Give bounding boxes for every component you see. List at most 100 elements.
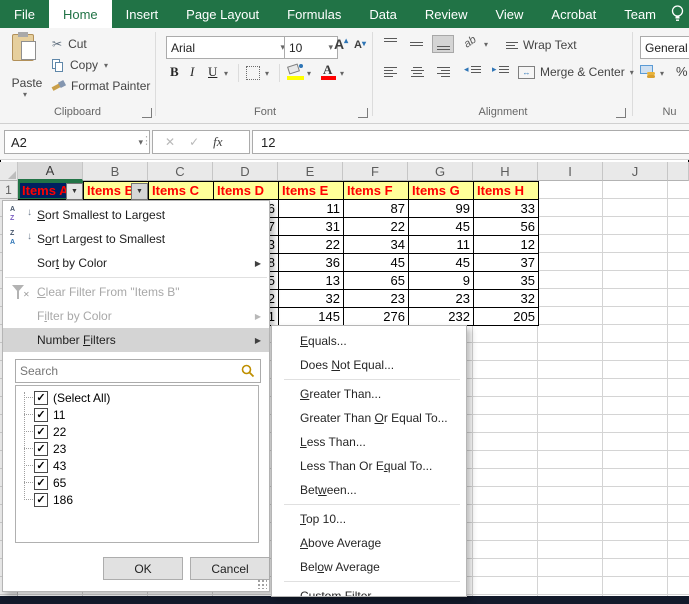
bottom-align-button[interactable] [432,35,454,53]
clipboard-dialog-launcher[interactable] [142,108,152,118]
filter-value-186[interactable]: ✓ 186 [16,491,258,508]
cell-G4[interactable]: 11 [408,235,474,254]
col-header-D[interactable]: D [213,162,278,181]
cut-button[interactable]: ✂ Cut [52,36,87,52]
filter-value-43[interactable]: ✓ 43 [16,457,258,474]
submenu-item-above-average[interactable]: Above Average [272,531,466,555]
cell-G8[interactable]: 232 [408,307,474,326]
cell-G5[interactable]: 45 [408,253,474,272]
decrease-font-button[interactable]: A▾ [354,39,366,51]
number-format-combo[interactable]: General [640,36,689,59]
cell-H6[interactable]: 35 [473,271,539,290]
cell-E1[interactable]: Items E [278,181,344,200]
paste-button[interactable]: Paste ▾ [6,32,48,102]
filter-value-select-all[interactable]: ✓ (Select All) [16,389,258,406]
cell-F5[interactable]: 45 [343,253,409,272]
submenu-item-less-than-or-equal[interactable]: Less Than Or Equal To... [272,454,466,478]
underline-button[interactable]: U [208,64,217,80]
col-header-partial[interactable] [668,162,689,181]
cell-E2[interactable]: 11 [278,199,344,218]
tab-acrobat[interactable]: Acrobat [537,0,610,28]
cell-H4[interactable]: 12 [473,235,539,254]
col-header-H[interactable]: H [473,162,538,181]
row-header-1[interactable]: 1 [0,181,18,199]
name-box[interactable]: A2 ▾ [4,130,150,154]
menu-item-sort-by-color[interactable]: Sort by Color ▶ [3,251,269,275]
accounting-dropdown-arrow-icon[interactable]: ▾ [660,69,664,78]
enter-entry-icon[interactable]: ✓ [189,135,199,149]
tab-team[interactable]: Team [610,0,670,28]
font-color-dropdown-arrow-icon[interactable]: ▾ [340,69,344,78]
col-header-G[interactable]: G [408,162,473,181]
filter-search-input[interactable] [16,364,240,378]
tab-view[interactable]: View [481,0,537,28]
checkbox-checked-icon[interactable]: ✓ [34,492,48,507]
tab-file[interactable]: File [0,0,49,28]
checkbox-checked-icon[interactable]: ✓ [34,424,48,439]
copy-button[interactable]: Copy ▾ [52,57,108,73]
col-header-E[interactable]: E [278,162,343,181]
tab-formulas[interactable]: Formulas [273,0,355,28]
cell-H3[interactable]: 56 [473,217,539,236]
filter-value-11[interactable]: ✓ 11 [16,406,258,423]
cell-F1[interactable]: Items F [343,181,409,200]
checkbox-checked-icon[interactable]: ✓ [34,458,48,473]
borders-dropdown-arrow-icon[interactable]: ▾ [265,69,269,78]
align-right-button[interactable] [432,64,454,82]
filter-button-items-b[interactable]: ▼ [131,183,148,200]
submenu-item-less-than[interactable]: Less Than... [272,430,466,454]
font-dialog-launcher[interactable] [358,108,368,118]
cell-H8[interactable]: 205 [473,307,539,326]
fill-color-dropdown-arrow-icon[interactable]: ▾ [307,69,311,78]
cell-E5[interactable]: 36 [278,253,344,272]
font-name-combo[interactable]: Arial ▾ [166,36,290,59]
orientation-button[interactable]: ab [462,34,479,51]
tab-insert[interactable]: Insert [112,0,173,28]
col-header-B[interactable]: B [83,162,148,181]
submenu-item-equals[interactable]: Equals... [272,329,466,353]
col-header-A[interactable]: A [18,162,83,181]
merge-center-button[interactable]: ↔ Merge & Center ▾ [518,65,634,79]
submenu-item-custom-filter[interactable]: Custom Filter... [272,584,466,596]
format-painter-button[interactable]: Format Painter [51,78,150,94]
align-left-button[interactable] [380,64,402,82]
cell-F4[interactable]: 34 [343,235,409,254]
filter-value-22[interactable]: ✓ 22 [16,423,258,440]
submenu-item-greater-than[interactable]: Greater Than... [272,382,466,406]
tab-home[interactable]: Home [48,0,112,28]
fill-color-button[interactable] [287,63,305,82]
submenu-item-between[interactable]: Between... [272,478,466,502]
cancel-entry-icon[interactable]: ✕ [165,135,175,149]
cell-D1[interactable]: Items D [213,181,279,200]
cell-H7[interactable]: 32 [473,289,539,308]
middle-align-button[interactable] [406,35,428,53]
submenu-item-greater-than-or-equal[interactable]: Greater Than Or Equal To... [272,406,466,430]
cell-H5[interactable]: 37 [473,253,539,272]
insert-function-icon[interactable]: fx [213,134,222,150]
tab-review[interactable]: Review [411,0,482,28]
cancel-button[interactable]: Cancel [190,557,270,580]
cell-G6[interactable]: 9 [408,271,474,290]
cell-G1[interactable]: Items G [408,181,474,200]
col-header-I[interactable]: I [538,162,603,181]
cell-F8[interactable]: 276 [343,307,409,326]
decrease-indent-button[interactable]: ◂ [464,64,481,75]
cell-E3[interactable]: 31 [278,217,344,236]
wrap-text-button[interactable]: Wrap Text [506,38,577,52]
filter-value-list[interactable]: ✓ (Select All) ✓ 11 ✓ 22 ✓ 23 ✓ 43 ✓ 65 ✓ 186 [15,385,259,543]
filter-search-box[interactable] [15,359,261,383]
col-header-C[interactable]: C [148,162,213,181]
tab-page-layout[interactable]: Page Layout [172,0,273,28]
cell-H2[interactable]: 33 [473,199,539,218]
col-header-F[interactable]: F [343,162,408,181]
formula-input[interactable]: 12 [252,130,689,154]
menu-item-sort-smallest[interactable]: A Z ↓ Sort Smallest to Largest [3,203,269,227]
menu-item-sort-largest[interactable]: Z A ↓ Sort Largest to Smallest [3,227,269,251]
cell-E8[interactable]: 145 [278,307,344,326]
ok-button[interactable]: OK [103,557,183,580]
percent-style-button[interactable]: % [676,64,688,79]
checkbox-checked-icon[interactable]: ✓ [34,407,48,422]
accounting-format-button[interactable] [640,64,658,80]
cell-H1[interactable]: Items H [473,181,539,200]
orientation-dropdown-arrow-icon[interactable]: ▾ [484,40,488,49]
